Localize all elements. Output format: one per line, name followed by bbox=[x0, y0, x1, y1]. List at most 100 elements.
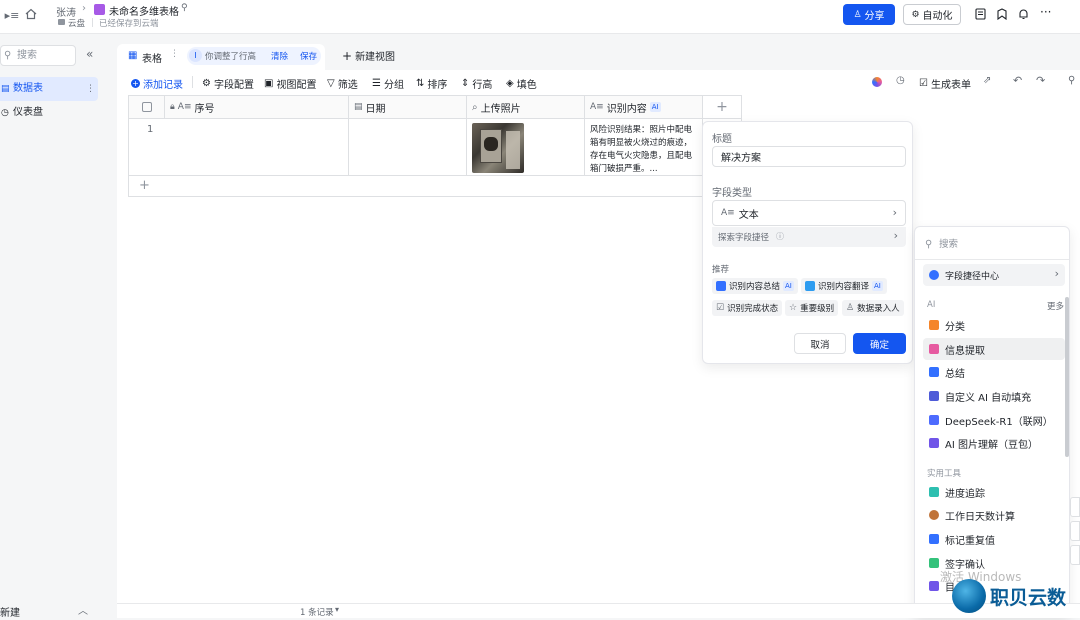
confirm-button[interactable]: 确定 bbox=[853, 333, 906, 354]
shortcut-item-deepseek[interactable]: DeepSeek-R1（联网） bbox=[923, 409, 1065, 431]
collapse-sidebar-icon[interactable]: « bbox=[86, 47, 93, 61]
chip-entry-user[interactable]: ♙ 数据录入人 bbox=[842, 300, 904, 316]
generate-form-button[interactable]: ☑ 生成表单 bbox=[919, 76, 971, 91]
search-records-icon[interactable]: ⚲ bbox=[1068, 75, 1075, 86]
shortcut-item-extract[interactable]: 信息提取 bbox=[923, 338, 1065, 360]
add-row-button[interactable]: + bbox=[139, 178, 150, 193]
column-header-date[interactable]: ▤ 日期 bbox=[349, 96, 467, 119]
shortcut-label: DeepSeek-R1（联网） bbox=[945, 416, 1053, 428]
clear-button[interactable]: 清除 bbox=[271, 50, 288, 62]
lock-icon: 🔒︎ bbox=[170, 102, 175, 112]
row-number: 1 bbox=[147, 124, 154, 135]
partial-side-button[interactable] bbox=[1070, 521, 1080, 541]
new-view-button[interactable]: + 新建视图 bbox=[342, 48, 395, 64]
more-icon[interactable]: ··· bbox=[1040, 5, 1051, 19]
redo-icon[interactable]: ↷ bbox=[1036, 74, 1045, 87]
automation-button[interactable]: ⚙ 自动化 bbox=[903, 4, 961, 25]
fill-color-button[interactable]: ◈ 填色 bbox=[506, 76, 537, 91]
photo-cell[interactable] bbox=[467, 119, 585, 176]
field-config-button[interactable]: ⚙ 字段配置 bbox=[202, 76, 254, 91]
row-index-cell[interactable]: 1 bbox=[129, 119, 349, 176]
column-header-photo[interactable]: ⌕ 上传照片 bbox=[467, 96, 585, 119]
doc-title[interactable]: 未命名多维表格 bbox=[109, 3, 179, 18]
shortcut-item-summary[interactable]: 总结 bbox=[923, 361, 1065, 383]
checkbox[interactable] bbox=[141, 102, 152, 112]
chip-summary[interactable]: 识别内容总结 AI bbox=[712, 278, 798, 294]
pin-icon[interactable]: ⚲ bbox=[181, 3, 188, 13]
translate-icon bbox=[805, 281, 815, 291]
add-column-button[interactable]: + bbox=[703, 96, 742, 119]
sort-button[interactable]: ⇅ 排序 bbox=[416, 76, 447, 91]
robot-icon: ⚙ bbox=[911, 9, 920, 20]
chevron-up-icon[interactable]: ︿ bbox=[78, 602, 88, 617]
home-icon[interactable] bbox=[24, 7, 38, 21]
generate-form-label: 生成表单 bbox=[930, 80, 971, 91]
chevron-down-icon[interactable]: ▾ bbox=[335, 605, 339, 614]
row-height-label: 行高 bbox=[472, 80, 493, 91]
save-button[interactable]: 保存 bbox=[300, 50, 317, 62]
chip-priority[interactable]: ☆ 重要级别 bbox=[785, 300, 839, 316]
summary-icon bbox=[929, 367, 939, 377]
sidebar-item-datatable[interactable]: ▤ 数据表 ⋮ bbox=[0, 77, 98, 101]
date-cell[interactable] bbox=[349, 119, 467, 176]
tab-more-icon[interactable]: ⋮ bbox=[170, 49, 179, 59]
scrollbar[interactable] bbox=[1065, 297, 1069, 457]
shortcut-label: 自定义 AI 自动填充 bbox=[945, 392, 1032, 404]
extract-icon bbox=[929, 344, 939, 354]
sidebar-item-dashboard[interactable]: ◷ 仪表盘 bbox=[0, 101, 98, 125]
calendar-icon: ▤ bbox=[354, 102, 363, 112]
share-label: 分享 bbox=[864, 11, 885, 22]
cancel-label: 取消 bbox=[810, 339, 830, 351]
deepseek-icon bbox=[929, 415, 939, 425]
grid-view-icon: ▦ bbox=[128, 50, 138, 61]
title-input[interactable]: 解决方案 bbox=[712, 146, 906, 167]
photo-thumbnail[interactable] bbox=[472, 123, 524, 173]
add-record-button[interactable]: + 添加记录 bbox=[131, 76, 183, 91]
chip-label: 识别内容总结 bbox=[729, 282, 781, 292]
tab-table[interactable]: ▦ 表格 ⋮ I 你调整了行高 清除 保存 bbox=[117, 44, 325, 70]
partial-side-button[interactable] bbox=[1070, 545, 1080, 565]
document-icon[interactable] bbox=[974, 7, 987, 20]
chip-label: 数据录入人 bbox=[857, 304, 900, 314]
record-count[interactable]: 1 条记录 bbox=[300, 606, 334, 618]
more-link[interactable]: 更多 bbox=[1047, 300, 1064, 312]
column-header-index[interactable]: 🔒︎ A≡ 序号 bbox=[165, 96, 349, 119]
shortcut-item-workdays[interactable]: 工作日天数计算 bbox=[923, 504, 1065, 526]
shortcut-item-duplicates[interactable]: 标记重复值 bbox=[923, 528, 1065, 550]
select-all-header[interactable] bbox=[129, 96, 165, 119]
view-config-button[interactable]: ▣ 视图配置 bbox=[264, 76, 316, 91]
cancel-button[interactable]: 取消 bbox=[794, 333, 846, 354]
explore-shortcuts-row[interactable]: 探索字段捷径 ⓘ › bbox=[712, 227, 906, 247]
shortcut-divider bbox=[915, 259, 1069, 260]
sidebar-toggle-icon[interactable]: ▸≡ bbox=[5, 8, 20, 22]
column-header-recognition[interactable]: A≡ 识别内容 AI bbox=[585, 96, 703, 119]
share-button[interactable]: ♙ 分享 bbox=[843, 4, 895, 25]
shortcut-item-custom-ai[interactable]: 自定义 AI 自动填充 bbox=[923, 385, 1065, 407]
undo-icon[interactable]: ↶ bbox=[1013, 74, 1022, 87]
shortcut-item-classify[interactable]: 分类 bbox=[923, 314, 1065, 336]
recognition-cell[interactable]: 风险识别结果：照片中配电箱有明显被火烧过的痕迹，存在电气火灾隐患，且配电箱门破损… bbox=[585, 119, 703, 176]
sidebar-search-input[interactable]: ⚲ 搜索 bbox=[0, 45, 76, 66]
share-out-icon[interactable]: ⇗ bbox=[983, 75, 991, 86]
new-button[interactable]: 新建 bbox=[0, 604, 20, 619]
chip-status[interactable]: ☑ 识别完成状态 bbox=[712, 300, 783, 316]
chip-translate[interactable]: 识别内容翻译 AI bbox=[801, 278, 887, 294]
bell-icon[interactable] bbox=[1017, 7, 1030, 20]
data-grid: 🔒︎ A≡ 序号 ▤ 日期 ⌕ 上传照片 A≡ 识别内容 AI + 1 风险识别… bbox=[128, 95, 742, 197]
shortcut-center-item[interactable]: 字段捷径中心 › bbox=[923, 264, 1065, 286]
group-button[interactable]: ☰ 分组 bbox=[372, 76, 404, 91]
shortcut-item-progress[interactable]: 进度追踪 bbox=[923, 481, 1065, 503]
image-ai-icon bbox=[929, 438, 939, 448]
partial-side-button[interactable] bbox=[1070, 497, 1080, 517]
ai-assistant-icon[interactable] bbox=[872, 77, 882, 87]
history-icon[interactable]: ◷ bbox=[896, 75, 905, 86]
location-label[interactable]: 云盘 bbox=[68, 17, 85, 29]
filter-button[interactable]: ▽ 筛选 bbox=[327, 76, 358, 91]
plugin-icon[interactable] bbox=[995, 7, 1008, 20]
shortcut-item-image-ai[interactable]: AI 图片理解（豆包） bbox=[923, 432, 1065, 454]
row-height-button[interactable]: ⇕ 行高 bbox=[461, 76, 492, 91]
field-type-select[interactable]: A≡ 文本 › bbox=[712, 200, 906, 226]
item-more-icon[interactable]: ⋮ bbox=[86, 77, 95, 101]
shortcut-search-input[interactable]: ⚲ 搜索 bbox=[921, 236, 1061, 254]
search-icon: ⚲ bbox=[925, 239, 933, 250]
